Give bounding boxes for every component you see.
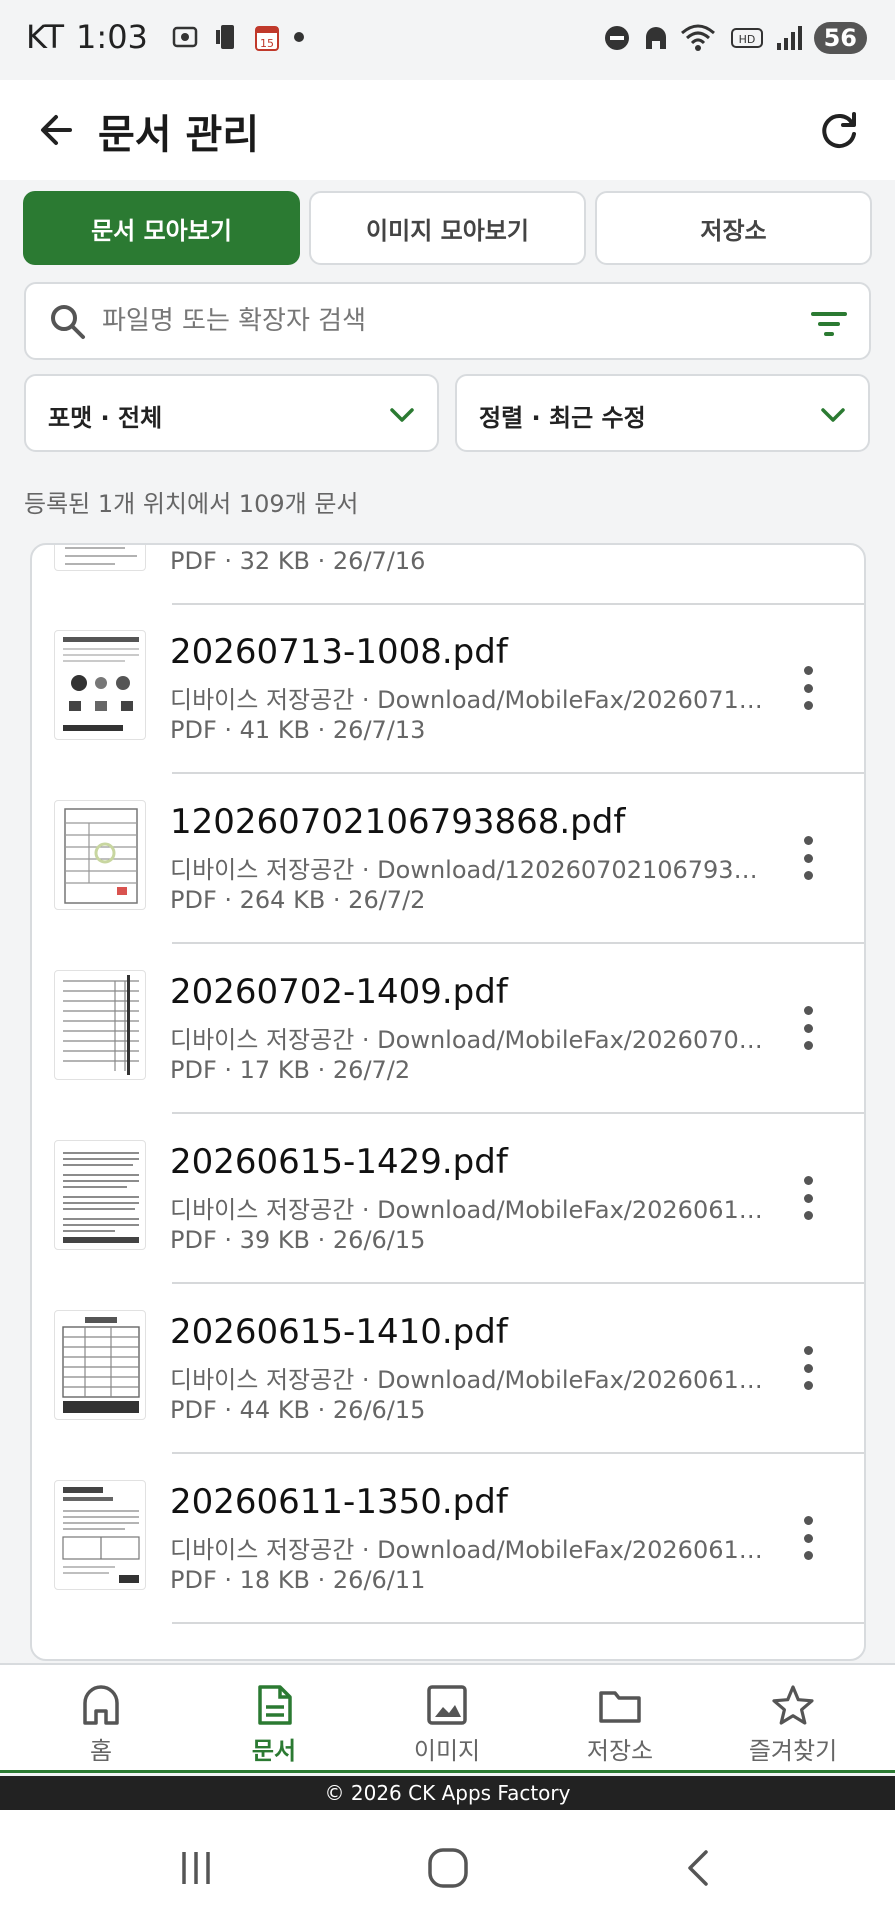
pdf-thumbnail [54,970,146,1080]
file-path: 디바이스 저장공간 · Download/120260702106793868.… [170,856,770,884]
file-path: 디바이스 저장공간 · Download/MobileFax/20260615-… [170,1366,770,1394]
tab-storage[interactable]: 저장소 [595,191,872,265]
star-icon [772,1685,814,1725]
file-name: 120260702106793868.pdf [170,802,626,842]
tab-images[interactable]: 이미지 모아보기 [309,191,586,265]
pdf-thumbnail [54,1310,146,1420]
back-nav-icon[interactable] [680,1846,716,1890]
file-name: 20260615-1410.pdf [170,1312,508,1352]
file-meta: PDF · 18 KB · 26/6/11 [170,1566,426,1594]
back-arrow-icon[interactable] [30,104,82,156]
pdf-thumbnail [54,1140,146,1250]
system-navigation-bar [0,1810,895,1920]
carrier-label: KT [26,18,65,56]
more-options-icon[interactable] [796,836,820,880]
file-path: 디바이스 저장공간 · Download/MobileFax/20260713-… [170,686,770,714]
file-meta: PDF · 41 KB · 26/7/13 [170,716,426,744]
chevron-down-icon [390,408,414,422]
nav-label-images: 이미지 [413,1737,481,1765]
hd-icon: HD [730,28,763,48]
list-item[interactable]: 120260702106793868.pdf 디바이스 저장공간 · Downl… [32,774,864,944]
status-bar: KT 1:03 15 HD 56 [0,0,895,80]
search-input[interactable] [102,300,782,342]
chevron-down-icon [821,408,845,422]
file-path: 디바이스 저장공간 · Download/MobileFax/20260611-… [170,1536,770,1564]
file-name: 20260713-1008.pdf [170,632,508,672]
pdf-thumbnail [54,800,146,910]
file-meta: PDF · 17 KB · 26/7/2 [170,1056,411,1084]
file-name: 20260702-1409.pdf [170,972,508,1012]
signal-icon [776,26,802,50]
file-meta: PDF · 44 KB · 26/6/15 [170,1396,426,1424]
more-options-icon[interactable] [796,1346,820,1390]
page-title: 문서 관리 [98,112,260,158]
list-item[interactable]: 20260713-1008.pdf 디바이스 저장공간 · Download/M… [32,604,864,774]
recent-apps-icon[interactable] [176,1848,216,1888]
list-item[interactable]: PDF · 32 KB · 26/7/16 [32,545,864,605]
divider [172,1622,864,1624]
do-not-disturb-icon [604,26,629,50]
list-item[interactable]: 20260611-1350.pdf 디바이스 저장공간 · Download/M… [32,1454,864,1624]
more-options-icon[interactable] [796,1006,820,1050]
svg-text:HD: HD [738,33,755,46]
nav-item-favorites[interactable]: 즐겨찾기 [707,1665,879,1775]
format-dropdown[interactable]: 포맷 · 전체 [24,374,439,452]
nav-item-documents[interactable]: 문서 [188,1665,360,1775]
wifi-icon [680,24,715,51]
file-name: 20260611-1350.pdf [170,1482,508,1522]
pdf-thumbnail [54,630,146,740]
format-dropdown-label: 포맷 · 전체 [48,404,163,432]
more-options-icon[interactable] [796,1516,820,1560]
notification-dot-icon [293,32,304,42]
home-status-icon [645,27,666,49]
folder-icon [599,1691,641,1723]
home-icon [83,1685,119,1725]
document-count: 등록된 1개 위치에서 109개 문서 [24,490,359,518]
filter-icon[interactable] [809,306,849,342]
file-list[interactable]: PDF · 32 KB · 26/7/16 20260713-1008.pdf … [30,543,866,1661]
sort-dropdown[interactable]: 정렬 · 최근 수정 [455,374,870,452]
nav-item-images[interactable]: 이미지 [361,1665,533,1775]
list-item[interactable]: 20260615-1410.pdf 디바이스 저장공간 · Download/M… [32,1284,864,1454]
image-icon [427,1685,467,1725]
more-options-icon[interactable] [796,1176,820,1220]
sort-dropdown-label: 정렬 · 최근 수정 [479,404,646,432]
battery-indicator: 56 [813,22,867,54]
tab-documents[interactable]: 문서 모아보기 [23,191,300,265]
list-item[interactable]: 20260702-1409.pdf 디바이스 저장공간 · Download/M… [32,944,864,1114]
phone-sync-icon [215,25,234,49]
file-path: 디바이스 저장공간 · Download/MobileFax/20260702-… [170,1026,770,1054]
svg-text:15: 15 [260,37,274,50]
nav-item-storage[interactable]: 저장소 [534,1665,706,1775]
screenshot-icon [172,26,198,48]
pdf-thumbnail [54,545,146,571]
bottom-navigation: 홈 문서 이미지 저장소 즐겨찾기 [0,1663,895,1773]
file-name: 20260615-1429.pdf [170,1142,508,1182]
nav-label-home: 홈 [89,1737,113,1765]
nav-label-documents: 문서 [251,1737,297,1765]
document-icon [258,1685,292,1725]
file-meta: PDF · 39 KB · 26/6/15 [170,1226,426,1254]
nav-label-storage: 저장소 [586,1737,654,1765]
copyright-footer: © 2026 CK Apps Factory [0,1776,895,1810]
nav-item-home[interactable]: 홈 [15,1665,187,1775]
clock: 1:03 [76,18,148,56]
pdf-thumbnail [54,1480,146,1590]
file-meta: PDF · 264 KB · 26/7/2 [170,886,426,914]
more-options-icon[interactable] [796,666,820,710]
home-nav-icon[interactable] [426,1846,470,1890]
search-icon [51,305,85,339]
search-bar [24,282,871,360]
list-item[interactable]: 20260615-1429.pdf 디바이스 저장공간 · Download/M… [32,1114,864,1284]
file-path: 디바이스 저장공간 · Download/MobileFax/20260615-… [170,1196,770,1224]
file-meta: PDF · 32 KB · 26/7/16 [170,547,426,575]
app-bar: 문서 관리 [0,80,895,180]
nav-label-favorites: 즐겨찾기 [748,1737,838,1765]
calendar-icon: 15 [254,26,279,51]
refresh-icon[interactable] [813,104,865,156]
